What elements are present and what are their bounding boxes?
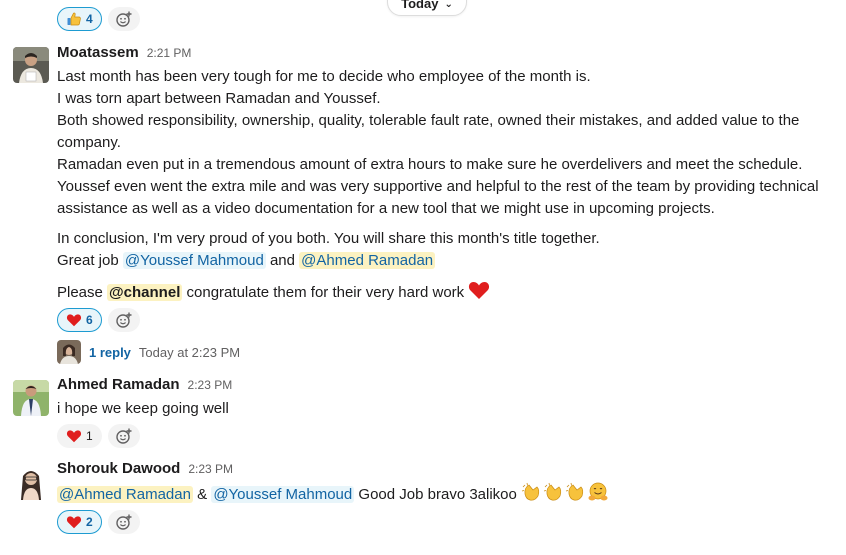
add-emoji-icon (115, 312, 132, 328)
add-emoji-icon (115, 428, 132, 444)
and-text: and (269, 252, 295, 269)
heart-icon (469, 282, 490, 299)
ampersand-text: & (197, 486, 208, 503)
reaction-heart[interactable]: 1 (57, 424, 102, 448)
add-reaction-button[interactable] (107, 308, 140, 332)
avatar[interactable] (13, 47, 49, 83)
message-timestamp[interactable]: 2:23 PM (188, 378, 233, 392)
previous-message-reactions: 4 (57, 7, 140, 31)
mention-youssef-mahmoud[interactable]: @Youssef Mahmoud (122, 252, 266, 269)
thread-last-reply-time: Today at 2:23 PM (138, 344, 241, 360)
message-line: In conclusion, I'm very proud of you bot… (57, 230, 600, 247)
message-timestamp[interactable]: 2:23 PM (188, 462, 233, 476)
avatar[interactable] (13, 380, 49, 416)
reaction-count: 4 (86, 12, 93, 26)
heart-icon (66, 516, 82, 529)
date-divider-label: Today (401, 0, 439, 11)
add-emoji-icon (115, 514, 132, 530)
add-reaction-button[interactable] (107, 510, 140, 534)
mention-youssef-mahmoud[interactable]: @Youssef Mahmoud (211, 486, 355, 503)
message-line: Youssef even went the extra mile and was… (57, 178, 819, 195)
please-text: Please (57, 284, 103, 301)
reaction-heart[interactable]: 6 (57, 308, 102, 332)
clapping-hands-icon (521, 482, 540, 501)
congrats-text: congratulate them for their very hard wo… (186, 284, 465, 301)
message-line: Ramadan even put in a tremendous amount … (57, 156, 803, 173)
mention-channel[interactable]: @channel (107, 284, 183, 301)
chevron-down-icon: ⌄ (444, 0, 453, 10)
add-emoji-icon (115, 11, 132, 27)
heart-icon (66, 314, 82, 327)
date-divider-button[interactable]: Today ⌄ (387, 0, 467, 16)
message-line: company. (57, 134, 121, 151)
reaction-heart[interactable]: 2 (57, 510, 102, 534)
add-reaction-button[interactable] (107, 424, 140, 448)
hugging-face-icon (588, 482, 608, 501)
thread-summary[interactable]: 1 reply Today at 2:23 PM (57, 340, 826, 364)
message-line: Great job @Youssef Mahmoud and @Ahmed Ra… (57, 250, 826, 272)
thumbs-up-icon (67, 12, 81, 26)
clapping-hands-icon (543, 482, 562, 501)
previous-message-text (57, 0, 617, 2)
avatar (57, 340, 81, 364)
reaction-count: 1 (86, 429, 93, 443)
thread-replies-link[interactable]: 1 reply (89, 345, 131, 360)
message-line: Both showed responsibility, ownership, q… (57, 112, 800, 129)
add-reaction-button[interactable] (107, 7, 140, 31)
message-author[interactable]: Ahmed Ramadan (57, 376, 180, 393)
reaction-count: 6 (86, 313, 93, 327)
great-job-text: Great job (57, 252, 119, 269)
message-line: Last month has been very tough for me to… (57, 68, 591, 85)
message-line: @Ahmed Ramadan & @Youssef Mahmoud Good J… (57, 482, 826, 506)
clapping-hands-icon (565, 482, 584, 501)
message-timestamp[interactable]: 2:21 PM (147, 46, 192, 60)
heart-icon (66, 430, 82, 443)
avatar[interactable] (13, 464, 49, 500)
message-line: Please @channel congratulate them for th… (57, 280, 826, 304)
mention-ahmed-ramadan[interactable]: @Ahmed Ramadan (299, 252, 436, 269)
message-author[interactable]: Moatassem (57, 44, 139, 61)
message-line: I was torn apart between Ramadan and You… (57, 90, 381, 107)
reaction-thumbs-up[interactable]: 4 (57, 7, 102, 31)
message-text: Good Job bravo 3alikoo (358, 486, 517, 503)
mention-ahmed-ramadan[interactable]: @Ahmed Ramadan (57, 486, 193, 503)
reaction-count: 2 (86, 515, 93, 529)
message-author[interactable]: Shorouk Dawood (57, 460, 180, 477)
message-line: i hope we keep going well (57, 400, 229, 417)
message-line: assistance as well as a video documentat… (57, 200, 715, 217)
